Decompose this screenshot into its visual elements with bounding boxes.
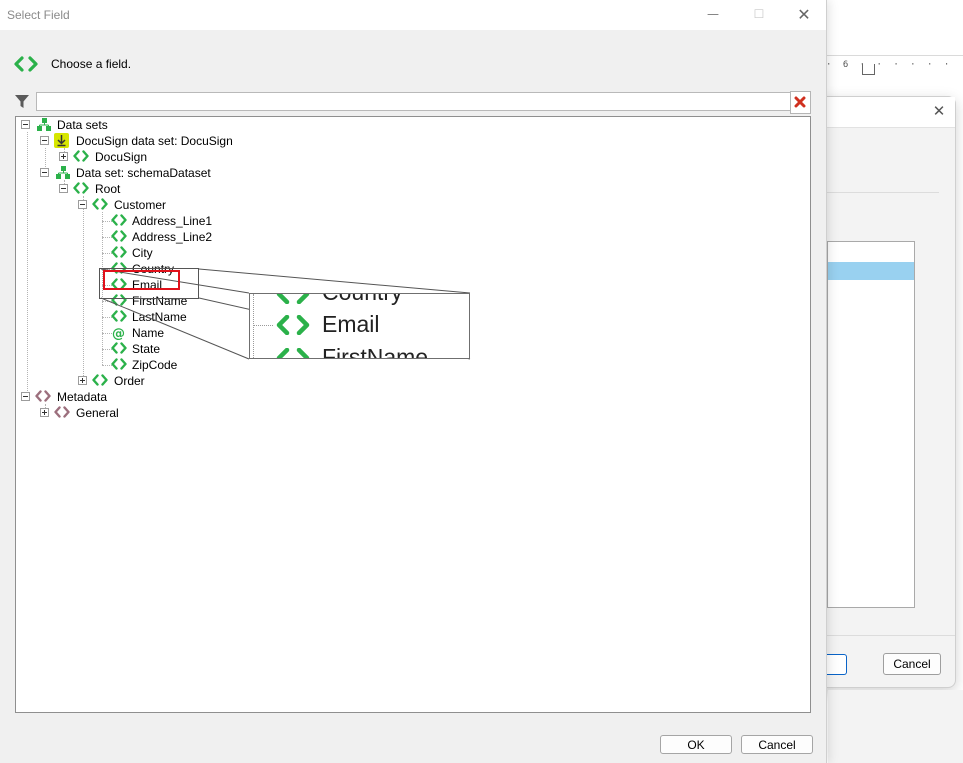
tree-node-label: Address_Line2 xyxy=(132,230,213,244)
zoom-callout: Country Email FirstName xyxy=(249,293,470,359)
background-cancel-button[interactable]: Cancel xyxy=(883,653,941,675)
zoom-guide xyxy=(253,294,254,358)
field-brackets-icon xyxy=(92,198,108,213)
close-button[interactable]: ✕ xyxy=(781,0,827,30)
tree-node-label: Root xyxy=(95,182,121,196)
field-brackets-icon xyxy=(111,310,127,325)
tree-node-label: Metadata xyxy=(57,390,108,404)
field-brackets-icon xyxy=(276,294,310,307)
ruler-indent-marker[interactable] xyxy=(862,64,875,75)
background-footer-divider xyxy=(819,635,955,636)
background-area xyxy=(828,690,963,763)
tree-node-label: LastName xyxy=(132,310,187,324)
expand-toggle[interactable] xyxy=(59,152,68,161)
tree-node-label: Data set: schemaDataset xyxy=(76,166,211,180)
ok-button[interactable]: OK xyxy=(660,735,732,754)
tree-node-label: Customer xyxy=(114,198,167,212)
field-brackets-icon xyxy=(111,342,127,357)
zoom-text: FirstName xyxy=(322,344,429,359)
ruler-ticks: · 6 · · · · · · xyxy=(826,60,953,70)
tree-node-label: Data sets xyxy=(57,118,108,132)
collapse-toggle[interactable] xyxy=(59,184,68,193)
field-tree[interactable]: Data sets DocuSign data set: DocuSign Do… xyxy=(15,116,811,713)
tree-node-label: City xyxy=(132,246,153,260)
background-close-icon[interactable]: ✕ xyxy=(929,101,949,121)
background-divider xyxy=(827,192,939,193)
zoom-text: Country xyxy=(322,294,403,306)
field-brackets-icon xyxy=(111,358,127,373)
background-list-selected-row[interactable] xyxy=(828,262,914,280)
dataset-hierarchy-icon xyxy=(37,118,52,135)
collapse-toggle[interactable] xyxy=(21,120,30,129)
field-brackets-icon xyxy=(14,56,38,75)
field-brackets-icon xyxy=(73,150,89,165)
collapse-toggle[interactable] xyxy=(40,168,49,177)
prompt-text: Choose a field. xyxy=(51,57,132,71)
filter-input[interactable] xyxy=(36,92,797,111)
field-brackets-icon xyxy=(276,347,310,358)
field-brackets-icon xyxy=(111,214,127,229)
minimize-button[interactable]: — xyxy=(690,0,736,30)
dialog-title: Select Field xyxy=(7,8,70,22)
tree-node-label: General xyxy=(76,406,119,420)
tree-node-label: Order xyxy=(114,374,145,388)
collapse-toggle[interactable] xyxy=(21,392,30,401)
at-sign-icon: @ xyxy=(112,326,126,343)
dataset-hierarchy-icon xyxy=(56,166,71,183)
cancel-button[interactable]: Cancel xyxy=(741,735,813,754)
tree-node-label: Name xyxy=(132,326,165,340)
background-dialog: ✕ Cancel xyxy=(818,96,956,688)
field-brackets-icon xyxy=(92,374,108,389)
expand-toggle[interactable] xyxy=(78,376,87,385)
title-bar: Select Field — ☐ ✕ xyxy=(0,0,826,30)
download-icon xyxy=(54,133,69,151)
svg-text:@: @ xyxy=(112,327,125,341)
email-highlight xyxy=(103,270,180,290)
background-ruler: · 6 · · · · · · xyxy=(826,55,963,83)
metadata-brackets-icon xyxy=(54,406,70,421)
tree-node-label: DocuSign data set: DocuSign xyxy=(76,134,233,148)
tree-node-label: ZipCode xyxy=(132,358,178,372)
select-field-dialog: Select Field — ☐ ✕ Choose a field. Data … xyxy=(0,0,827,763)
tree-guide xyxy=(83,196,84,380)
tree-node-label: Address_Line1 xyxy=(132,214,213,228)
background-list[interactable] xyxy=(827,241,915,608)
filter-icon xyxy=(15,95,29,109)
expand-toggle[interactable] xyxy=(40,408,49,417)
clear-filter-button[interactable] xyxy=(790,91,811,114)
tree-node-label: State xyxy=(132,342,161,356)
field-brackets-icon xyxy=(111,230,127,245)
ruler-line xyxy=(826,55,963,56)
field-brackets-icon xyxy=(73,182,89,197)
maximize-button: ☐ xyxy=(753,7,765,21)
background-dialog-header: ✕ xyxy=(819,97,955,128)
tree-guide xyxy=(102,333,112,334)
tree-guide xyxy=(27,132,28,399)
zoom-text: Email xyxy=(322,311,380,337)
field-brackets-icon xyxy=(111,246,127,261)
collapse-toggle[interactable] xyxy=(78,200,87,209)
metadata-brackets-icon xyxy=(35,390,51,405)
collapse-toggle[interactable] xyxy=(40,136,49,145)
field-brackets-icon xyxy=(276,314,310,338)
tree-node-label: DocuSign xyxy=(95,150,148,164)
zoom-guide xyxy=(253,325,273,326)
